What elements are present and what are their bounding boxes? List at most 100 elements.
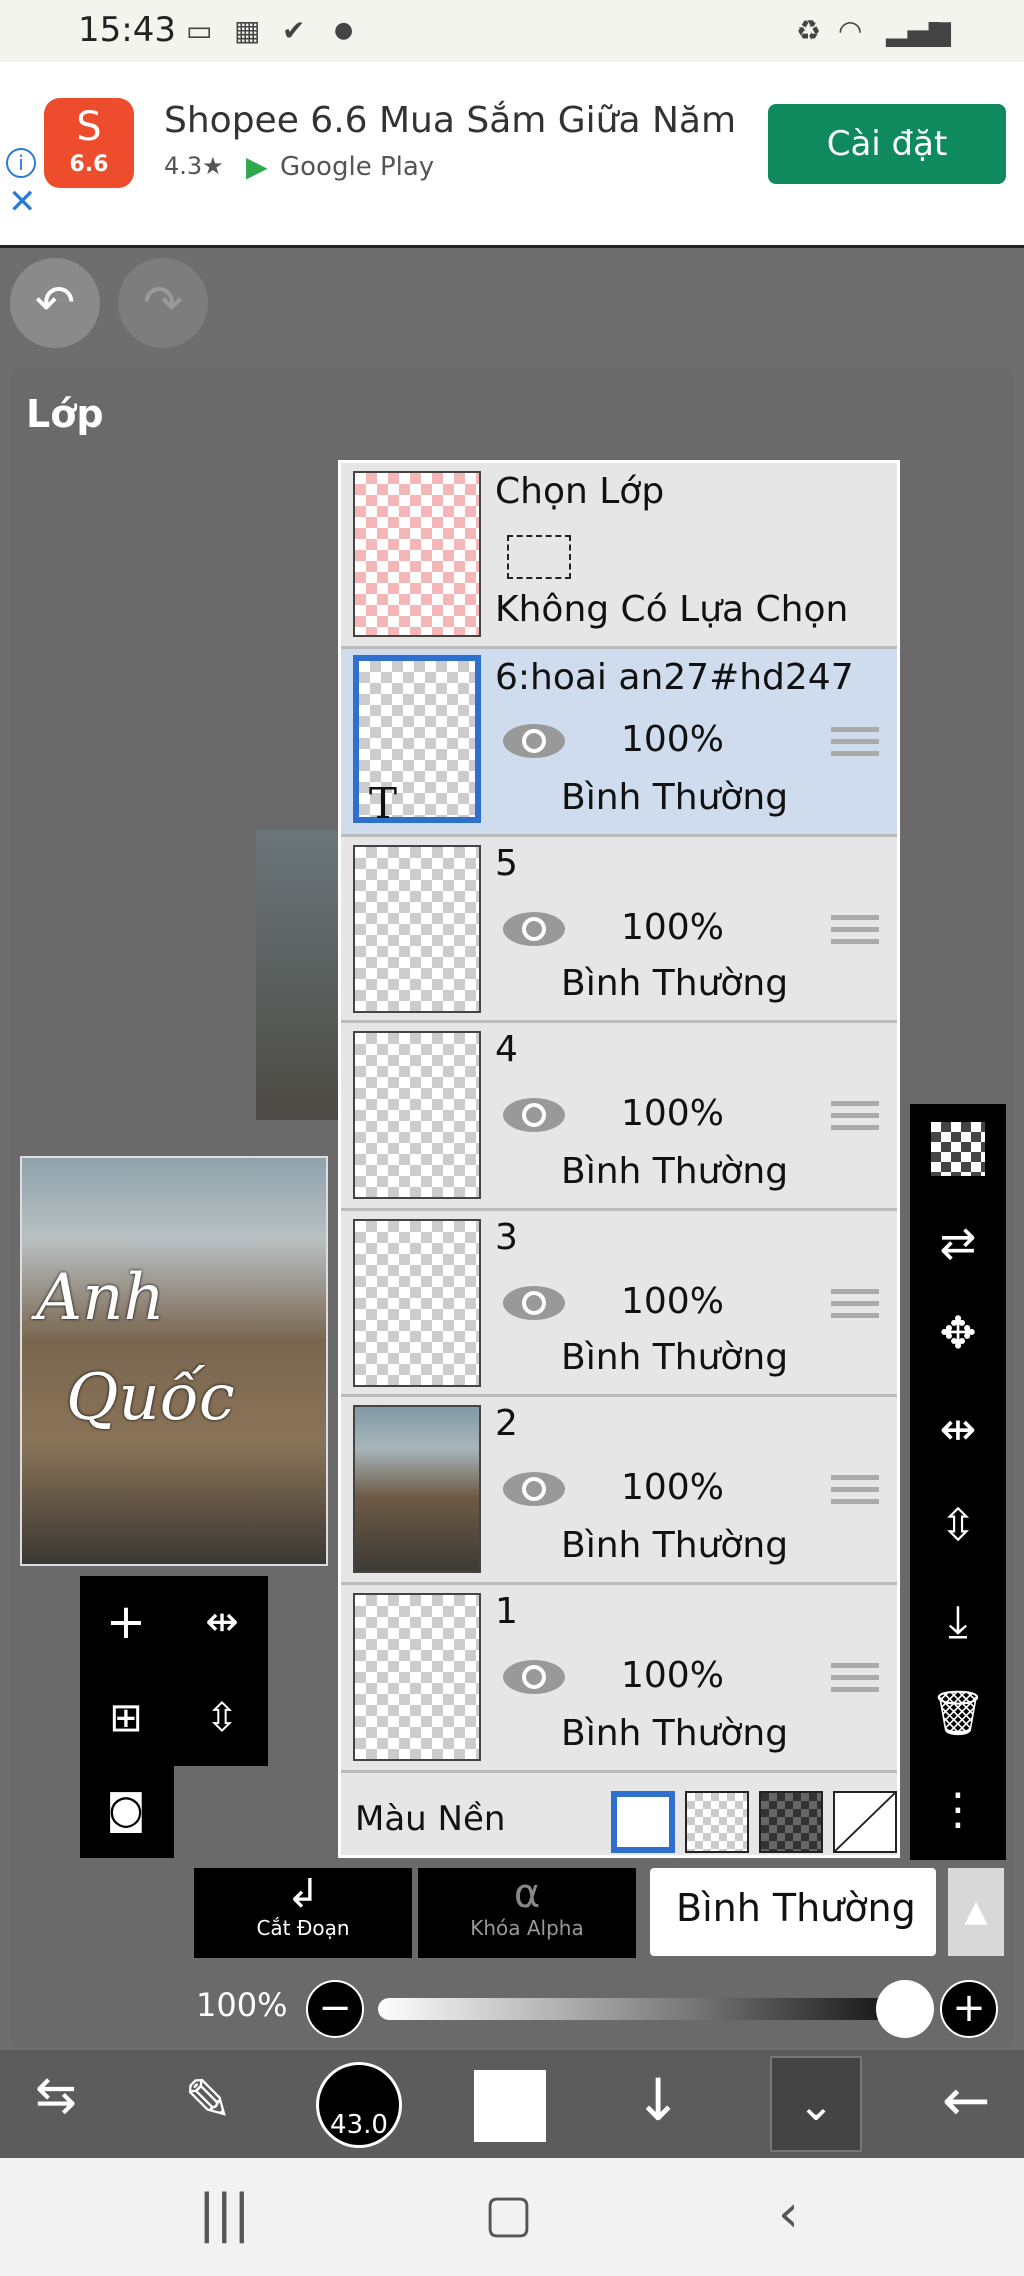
move-icon[interactable]: ✥ [928, 1304, 988, 1364]
eye-icon[interactable] [501, 1469, 567, 1509]
home-icon[interactable]: ▢ [484, 2184, 533, 2244]
brush-size-indicator[interactable]: 43.0 [316, 2062, 402, 2148]
flip-horizontal-icon[interactable]: ⇹ [192, 1592, 252, 1652]
ad-banner[interactable]: S 6.6 Shopee 6.6 Mua Sắm Giữa Năm 4.3★ ▶… [0, 62, 1024, 248]
layer-blend-mode: Bình Thường [561, 1713, 789, 1754]
shopee-app-icon[interactable]: S 6.6 [44, 98, 134, 188]
drag-handle-icon[interactable] [831, 1475, 879, 1511]
recent-apps-icon[interactable]: ||| [198, 2184, 251, 2244]
layer-thumbnail [353, 1031, 481, 1199]
swap-tool-icon[interactable]: ⇆ [18, 2066, 94, 2142]
selection-subtitle: Không Có Lựa Chọn [495, 589, 849, 630]
alpha-lock-icon: α [513, 1871, 541, 1917]
back-arrow-icon[interactable]: ← [928, 2066, 1004, 2142]
selection-thumbnail [353, 471, 481, 637]
layer-name: 2 [495, 1403, 518, 1444]
flip-horizontal-icon[interactable]: ⇹ [928, 1400, 988, 1460]
arrow-down-icon[interactable]: ↓ [620, 2066, 696, 2142]
layer-row-2[interactable]: 2 100% Bình Thường [341, 1397, 897, 1585]
alpha-lock-button[interactable]: α Khóa Alpha [418, 1868, 636, 1958]
right-toolbar: ⇄ ✥ ⇹ ⇳ ⤓ 🗑 ⋮ [910, 1104, 1006, 1860]
layer-thumbnail: T [353, 655, 481, 828]
drag-handle-icon[interactable] [831, 1663, 879, 1699]
layer-row-3[interactable]: 3 100% Bình Thường [341, 1211, 897, 1397]
add-layer-icon[interactable]: + [96, 1592, 156, 1652]
merge-down-icon[interactable]: ⤓ [928, 1592, 988, 1652]
layer-opacity: 100% [621, 1093, 724, 1134]
back-icon[interactable]: ‹ [778, 2184, 799, 2244]
more-options-icon[interactable]: ⋮ [928, 1780, 988, 1840]
layer-row-4[interactable]: 4 100% Bình Thường [341, 1023, 897, 1211]
eye-icon[interactable] [501, 1095, 567, 1135]
layer-add-toolbar: + ⇹ ⊞ ⇳ [80, 1576, 268, 1766]
bg-swatch-white[interactable] [611, 1791, 675, 1853]
bg-swatch-dark-checker[interactable] [759, 1791, 823, 1853]
trash-icon[interactable]: 🗑 [928, 1684, 988, 1744]
recycle-icon: ♻ [796, 14, 822, 47]
apps-grid-icon: ▦ [234, 14, 261, 47]
double-chevron-down-icon[interactable]: ⌄ [770, 2056, 862, 2152]
layer-blend-mode: Bình Thường [561, 1525, 789, 1566]
brush-icon[interactable]: ✎ [170, 2066, 246, 2142]
drag-handle-icon[interactable] [831, 915, 879, 951]
wifi-icon: ◠ [838, 14, 863, 47]
layer-blend-mode: Bình Thường [561, 777, 789, 818]
alpha-lock-label: Khóa Alpha [470, 1916, 584, 1940]
layer-blend-mode: Bình Thường [561, 1337, 789, 1378]
layer-thumbnail [353, 1593, 481, 1761]
eye-icon[interactable] [501, 909, 567, 949]
ad-close-icon[interactable]: ✕ [8, 182, 37, 222]
add-layer-copy-icon[interactable]: ⊞ [96, 1688, 156, 1748]
clip-label: Cắt Đoạn [256, 1916, 350, 1940]
undo-icon: ↶ [34, 275, 76, 331]
layer-row-1[interactable]: 1 100% Bình Thường [341, 1585, 897, 1773]
screen-cast-icon: ▭ [186, 14, 213, 47]
ad-title[interactable]: Shopee 6.6 Mua Sắm Giữa Năm [164, 100, 736, 141]
layer-row-5[interactable]: 5 100% Bình Thường [341, 837, 897, 1023]
layer-thumbnail [353, 1219, 481, 1387]
canvas-background-strip [256, 830, 338, 1120]
camera-icon[interactable]: ◙ [96, 1780, 156, 1840]
drag-handle-icon[interactable] [831, 1101, 879, 1137]
eye-icon[interactable] [501, 1283, 567, 1323]
clip-button[interactable]: ↲ Cắt Đoạn [194, 1868, 412, 1958]
artwork-line-2: Quốc [66, 1361, 235, 1435]
flip-vertical-icon[interactable]: ⇳ [928, 1496, 988, 1556]
transparency-icon[interactable] [931, 1122, 985, 1176]
flip-vertical-icon[interactable]: ⇳ [192, 1688, 252, 1748]
layer-blend-mode: Bình Thường [561, 1151, 789, 1192]
drag-handle-icon[interactable] [831, 1289, 879, 1325]
layer-opacity: 100% [621, 907, 724, 948]
selection-title: Chọn Lớp [495, 471, 665, 512]
bg-swatch-none[interactable] [833, 1791, 897, 1853]
opacity-slider-knob[interactable] [876, 1980, 934, 2038]
bg-swatch-transparent[interactable] [685, 1791, 749, 1853]
panel-title: Lớp [26, 392, 104, 436]
status-time: 15:43 [78, 10, 176, 50]
blend-mode-value: Bình Thường [676, 1886, 916, 1930]
blend-mode-dropdown-icon[interactable]: ▲ [948, 1868, 1004, 1956]
battery-icon: ▮ [926, 14, 942, 47]
undo-button[interactable]: ↶ [10, 258, 100, 348]
layer-thumbnail [353, 1405, 481, 1573]
opacity-slider[interactable] [378, 1998, 900, 2020]
eye-icon[interactable] [501, 721, 567, 761]
layer-row-6[interactable]: T 6:hoai an27#hd247 100% Bình Thường [341, 649, 897, 837]
layer-opacity: 100% [621, 719, 724, 760]
color-swatch[interactable] [474, 2070, 546, 2142]
selection-layer-row[interactable]: Chọn Lớp Không Có Lựa Chọn [341, 463, 897, 649]
canvas-preview[interactable]: Anh Quốc [20, 1156, 328, 1566]
ad-store-name: Google Play [280, 152, 435, 182]
ad-info-icon[interactable]: i [6, 148, 36, 178]
blend-mode-select[interactable]: Bình Thường [650, 1868, 936, 1956]
layer-thumbnail [353, 845, 481, 1013]
eye-icon[interactable] [501, 1657, 567, 1697]
background-color-row: Màu Nền [341, 1785, 897, 1855]
layer-blend-mode: Bình Thường [561, 963, 789, 1004]
redo-button[interactable]: ↷ [118, 258, 208, 348]
opacity-decrease-button[interactable]: − [306, 1980, 364, 2038]
drag-handle-icon[interactable] [831, 727, 879, 763]
install-button[interactable]: Cài đặt [768, 104, 1006, 184]
opacity-increase-button[interactable]: + [940, 1980, 998, 2038]
swap-layer-icon[interactable]: ⇄ [928, 1214, 988, 1274]
